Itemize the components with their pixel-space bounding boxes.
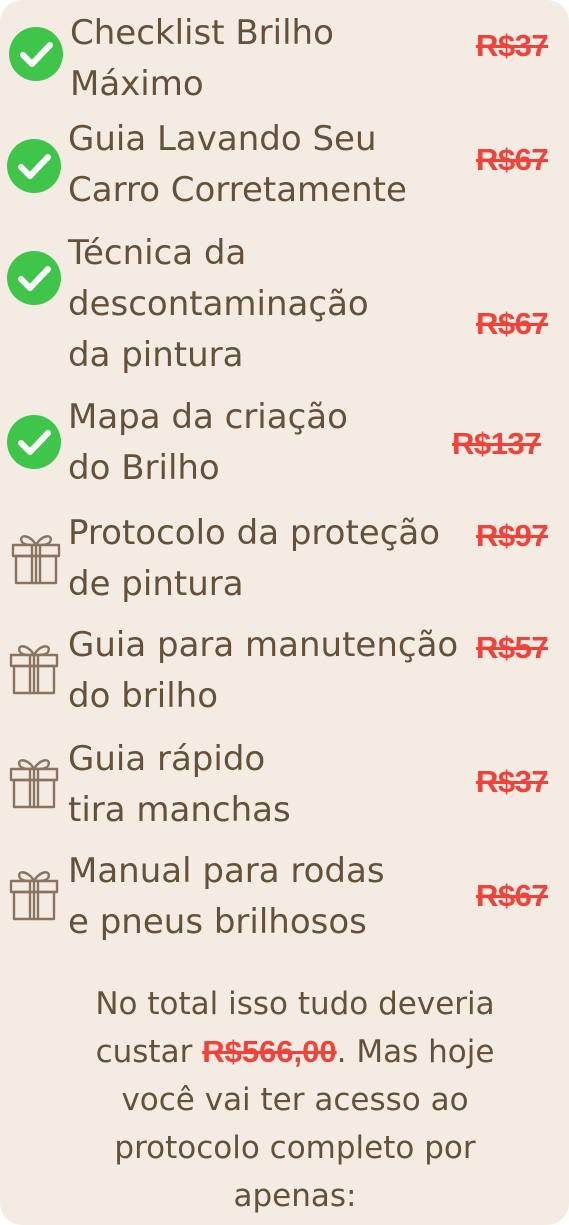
gift-icon (8, 640, 60, 696)
original-price: R$67 (476, 142, 549, 177)
original-price: R$67 (476, 306, 549, 341)
original-price: R$137 (452, 426, 541, 461)
original-price: R$37 (476, 28, 549, 63)
summary-text: No total isso tudo deveria custar R$566,… (60, 980, 530, 1220)
item-label: Protocolo da proteção de pintura (68, 513, 441, 604)
gift-icon (8, 754, 60, 810)
offer-card: Checklist Brilho Máximo R$37 Guia Lavand… (0, 0, 569, 1225)
check-icon (8, 26, 64, 82)
original-price: R$57 (476, 630, 549, 665)
item-label: Mapa da criação do Brilho (68, 397, 348, 488)
gift-icon (8, 866, 60, 922)
original-price: R$37 (476, 764, 549, 799)
item-label: Guia para manutenção do brilho (68, 625, 459, 716)
check-icon (6, 250, 62, 306)
original-price: R$67 (476, 878, 549, 913)
total-original-price: R$566,00 (202, 1034, 337, 1069)
item-label: Guia Lavando Seu Carro Corretamente (68, 119, 407, 210)
item-label: Checklist Brilho Máximo (70, 13, 334, 104)
item-label: Técnica da descontaminação da pintura (68, 233, 369, 375)
check-icon (6, 138, 62, 194)
gift-icon (10, 530, 62, 586)
item-label: Guia rápido tira manchas (68, 739, 291, 830)
check-icon (6, 414, 62, 470)
item-label: Manual para rodas e pneus brilhosos (68, 851, 385, 942)
original-price: R$97 (476, 518, 549, 553)
